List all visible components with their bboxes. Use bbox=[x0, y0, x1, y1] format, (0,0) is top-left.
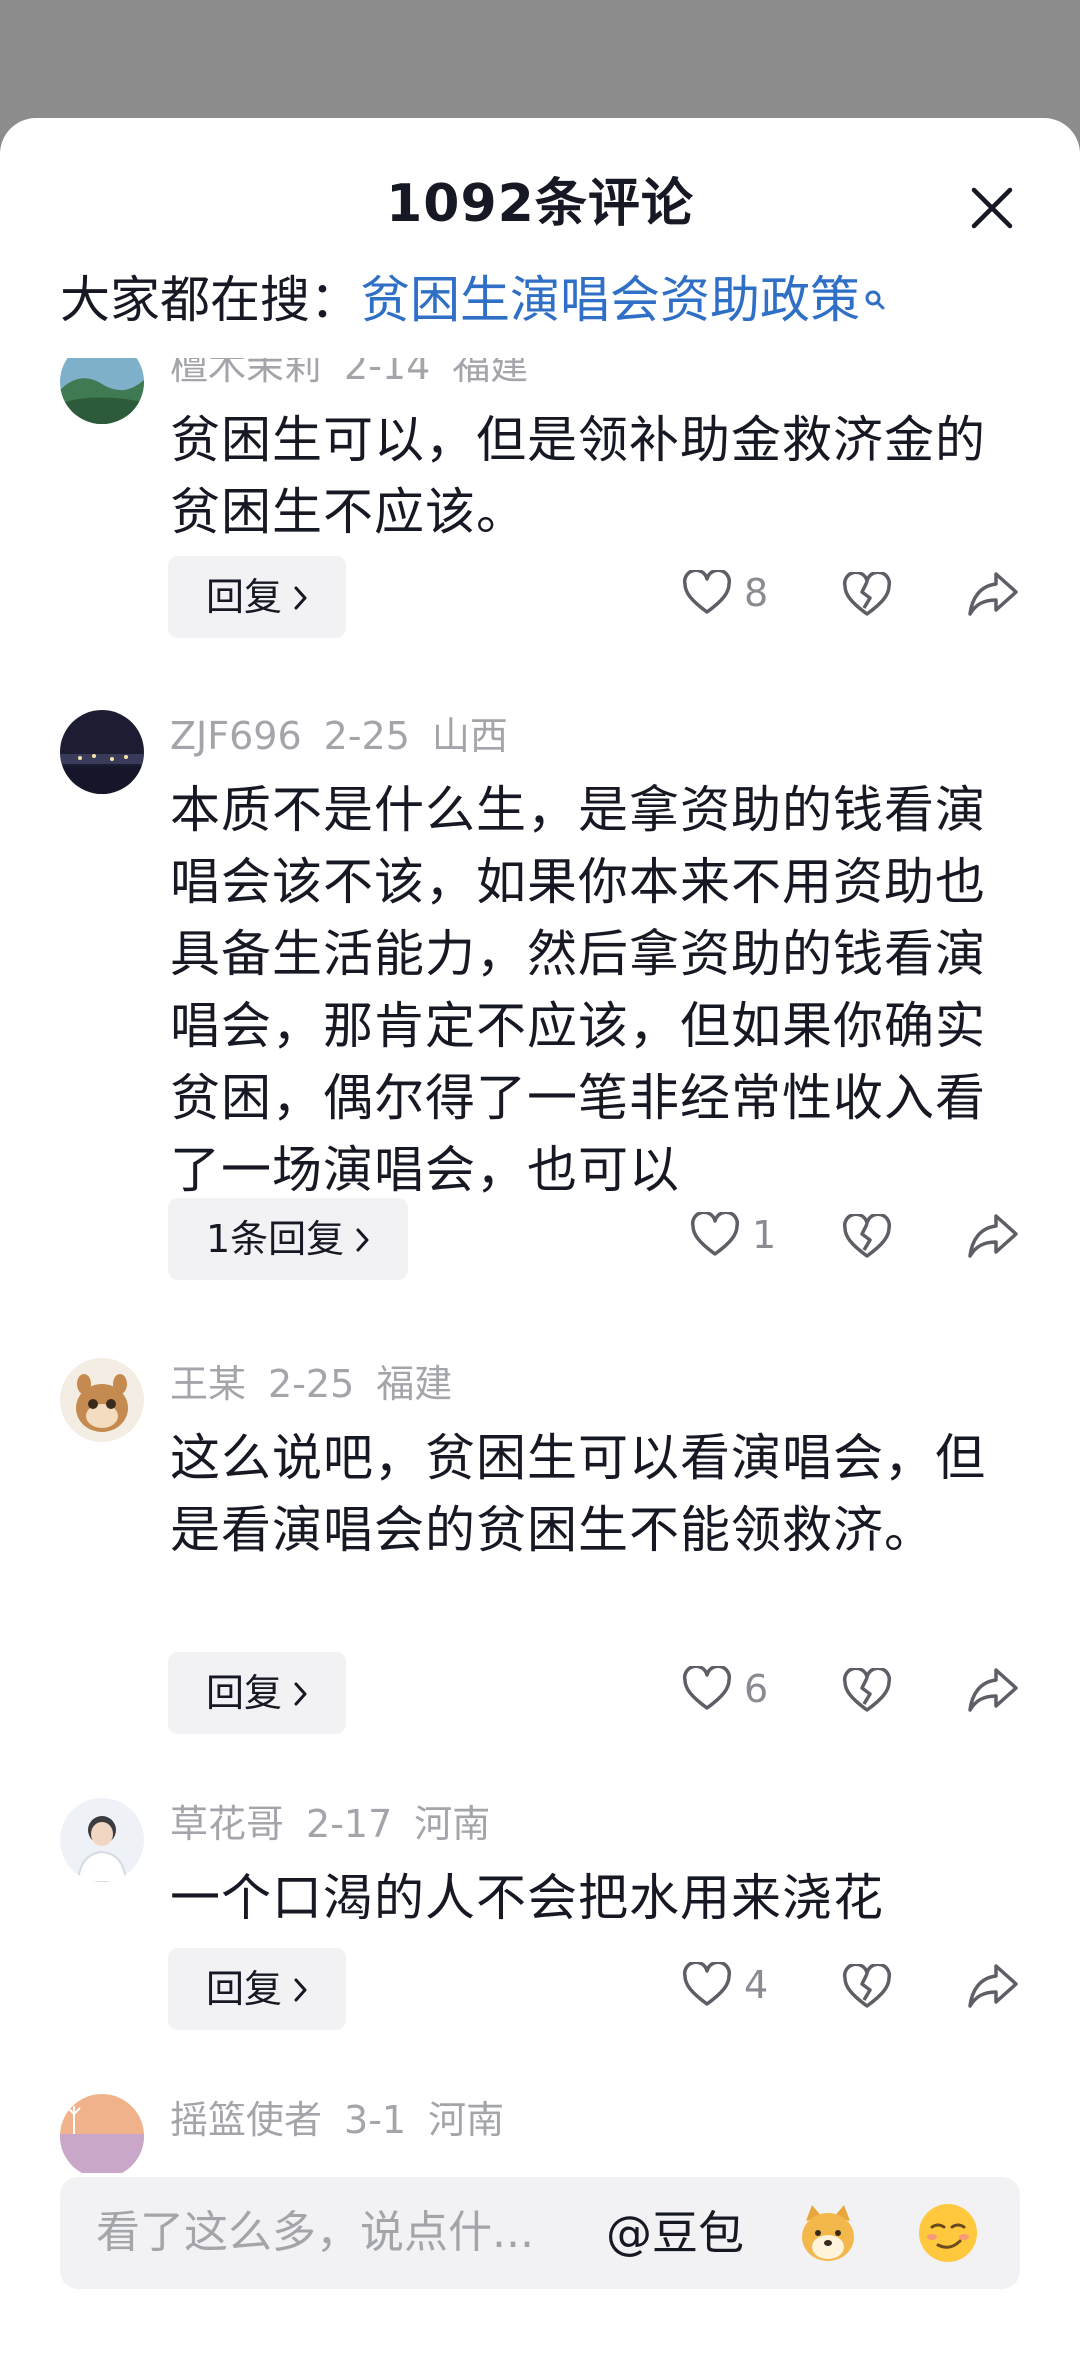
like-count: 8 bbox=[744, 571, 769, 615]
comment-panel: 1092条评论 大家都在搜：贫困生演唱会资助政策 檀木茉莉 2-14 福建 贫困生可… bbox=[0, 118, 1080, 2374]
reply-label: 回复 bbox=[206, 1967, 283, 2011]
share-icon bbox=[968, 1214, 1018, 1258]
comment-date: 3-1 bbox=[344, 2098, 407, 2142]
comment-date: 2-25 bbox=[268, 1362, 355, 1406]
comment-input-bar[interactable]: 看了这么多，说点什... @豆包 bbox=[60, 2177, 1020, 2289]
heart-icon bbox=[682, 1666, 732, 1710]
reply-button[interactable]: 1条回复 bbox=[168, 1198, 409, 1280]
share-icon bbox=[968, 1668, 1018, 1712]
avatar[interactable] bbox=[60, 1798, 144, 1882]
reply-button[interactable]: 回复 bbox=[168, 556, 347, 638]
avatar[interactable] bbox=[60, 710, 144, 794]
doge-emoji-button[interactable] bbox=[796, 2201, 860, 2265]
comment-username[interactable]: 草花哥 bbox=[170, 1802, 284, 1846]
comment-input[interactable]: 看了这么多，说点什... bbox=[96, 2177, 534, 2289]
share-button[interactable] bbox=[966, 1666, 1020, 1716]
comment-item: 檀木茉莉 2-14 福建 贫困生可以，但是领补助金救济金的贫困生不应该。 回复 8 bbox=[0, 358, 1080, 660]
hot-search-bar[interactable]: 大家都在搜：贫困生演唱会资助政策 bbox=[60, 268, 886, 332]
like-count: 6 bbox=[744, 1667, 769, 1711]
comment-date: 2-25 bbox=[323, 714, 410, 758]
like-count: 1 bbox=[752, 1213, 777, 1257]
chevron-right-icon bbox=[294, 1948, 308, 2030]
comment-item: 草花哥 2-17 河南 一个口渴的人不会把水用来浇花 回复 4 bbox=[0, 1798, 1080, 2058]
like-button[interactable]: 8 bbox=[682, 570, 768, 616]
comment-region: 福建 bbox=[452, 358, 529, 388]
comment-text: 一个口渴的人不会把水用来浇花 bbox=[170, 1869, 884, 1927]
dislike-button[interactable] bbox=[842, 1668, 892, 1714]
avatar[interactable] bbox=[60, 2094, 144, 2173]
smirk-emoji-button[interactable] bbox=[916, 2201, 980, 2265]
share-button[interactable] bbox=[966, 1962, 1020, 2012]
chevron-right-icon bbox=[294, 1652, 308, 1734]
heart-icon bbox=[682, 570, 732, 614]
comment-text: 贫困生可以，但是领补助金救济金的贫困生不应该。 bbox=[170, 411, 986, 541]
chevron-right-icon bbox=[356, 1198, 370, 1280]
share-button[interactable] bbox=[966, 570, 1020, 620]
broken-heart-icon bbox=[842, 572, 892, 616]
hot-search-label: 大家都在搜： bbox=[60, 271, 360, 329]
share-icon bbox=[968, 1964, 1018, 2008]
reply-button[interactable]: 回复 bbox=[168, 1652, 347, 1734]
comment-region: 山西 bbox=[431, 714, 508, 758]
comment-text: 这么说吧，贫困生可以看演唱会，但是看演唱会的贫困生不能领救济。 bbox=[170, 1429, 986, 1559]
comment-meta: ZJF696 2-25 山西 bbox=[170, 712, 530, 760]
comment-meta: 王某 2-25 福建 bbox=[170, 1360, 474, 1408]
comment-region: 河南 bbox=[414, 1802, 491, 1846]
like-button[interactable]: 1 bbox=[690, 1212, 776, 1258]
comment-username[interactable]: ZJF696 bbox=[170, 714, 302, 758]
like-button[interactable]: 6 bbox=[682, 1666, 768, 1712]
avatar[interactable] bbox=[60, 1358, 144, 1442]
comment-region: 福建 bbox=[376, 1362, 453, 1406]
comment-username[interactable]: 摇篮使者 bbox=[170, 2098, 322, 2142]
close-button[interactable] bbox=[962, 178, 1022, 238]
reply-label: 1条回复 bbox=[206, 1217, 345, 1261]
share-icon bbox=[968, 572, 1018, 616]
reply-label: 回复 bbox=[206, 1671, 283, 1715]
mention-doubao-button[interactable]: @豆包 bbox=[606, 2177, 744, 2289]
doge-icon bbox=[802, 2205, 854, 2261]
comment-meta: 檀木茉莉 2-14 福建 bbox=[170, 358, 550, 390]
panel-title: 1092条评论 bbox=[386, 174, 694, 234]
comment-meta: 摇篮使者 3-1 河南 bbox=[170, 2096, 526, 2144]
dislike-button[interactable] bbox=[842, 1964, 892, 2010]
avatar[interactable] bbox=[60, 358, 144, 424]
broken-heart-icon bbox=[842, 1214, 892, 1258]
search-icon bbox=[864, 268, 886, 332]
broken-heart-icon bbox=[842, 1668, 892, 1712]
dislike-button[interactable] bbox=[842, 572, 892, 618]
comment-username[interactable]: 王某 bbox=[170, 1362, 246, 1406]
chevron-right-icon bbox=[294, 556, 308, 638]
comment-list[interactable]: 檀木茉莉 2-14 福建 贫困生可以，但是领补助金救济金的贫困生不应该。 回复 8 bbox=[0, 358, 1080, 2173]
comment-item: 摇篮使者 3-1 河南 bbox=[0, 2094, 1080, 2173]
comment-date: 2-14 bbox=[344, 358, 431, 388]
comment-date: 2-17 bbox=[306, 1802, 393, 1846]
broken-heart-icon bbox=[842, 1964, 892, 2008]
heart-icon bbox=[690, 1212, 740, 1256]
comment-item: 王某 2-25 福建 这么说吧，贫困生可以看演唱会，但是看演唱会的贫困生不能领救济。… bbox=[0, 1358, 1080, 1758]
reply-label: 回复 bbox=[206, 575, 283, 619]
share-button[interactable] bbox=[966, 1212, 1020, 1262]
comment-region: 河南 bbox=[428, 2098, 505, 2142]
hot-search-keyword[interactable]: 贫困生演唱会资助政策 bbox=[360, 271, 860, 329]
comment-username[interactable]: 檀木茉莉 bbox=[170, 358, 322, 388]
like-count: 4 bbox=[744, 1963, 769, 2007]
reply-button[interactable]: 回复 bbox=[168, 1948, 347, 2030]
close-icon bbox=[971, 187, 1013, 229]
smirk-emoji-icon bbox=[919, 2204, 977, 2262]
like-button[interactable]: 4 bbox=[682, 1962, 768, 2008]
heart-icon bbox=[682, 1962, 732, 2006]
comment-item: ZJF696 2-25 山西 本质不是什么生，是拿资助的钱看演唱会该不该，如果你本来… bbox=[0, 710, 1080, 1310]
comment-text: 本质不是什么生，是拿资助的钱看演唱会该不该，如果你本来不用资助也具备生活能力，然… bbox=[170, 781, 986, 1199]
comment-meta: 草花哥 2-17 河南 bbox=[170, 1800, 512, 1848]
dislike-button[interactable] bbox=[842, 1214, 892, 1260]
